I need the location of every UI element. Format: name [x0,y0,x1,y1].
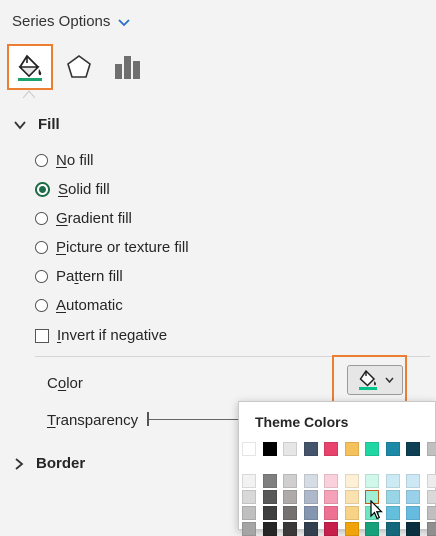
series-options-dropdown[interactable]: Series Options [12,13,131,30]
color-swatch[interactable] [263,490,277,504]
color-swatch[interactable] [406,474,420,488]
color-swatch[interactable] [283,522,297,536]
color-swatch[interactable] [427,522,436,536]
color-swatch[interactable] [324,442,338,456]
color-swatch[interactable] [283,490,297,504]
color-swatch[interactable] [406,442,420,456]
color-swatch[interactable] [406,490,420,504]
color-swatch[interactable] [345,474,359,488]
radio-pattern-fill[interactable]: Pattern fill [35,268,123,285]
option-label: Gradient fill [56,210,132,227]
transparency-label: Transparency [47,412,138,429]
color-swatch[interactable] [406,522,420,536]
chevron-right-icon [14,458,24,470]
active-tab-caret [23,90,35,98]
color-swatch[interactable] [365,442,379,456]
color-swatch[interactable] [324,474,338,488]
color-swatch[interactable] [427,474,436,488]
color-swatch[interactable] [345,442,359,456]
border-section-toggle[interactable]: Border [14,455,85,472]
radio-automatic[interactable]: Automatic [35,297,123,314]
color-swatch[interactable] [365,474,379,488]
option-label: Invert if negative [57,327,167,344]
mouse-cursor-icon [370,500,384,520]
invert-if-negative-checkbox[interactable]: Invert if negative [35,327,167,344]
color-swatch[interactable] [386,474,400,488]
color-swatch[interactable] [283,506,297,520]
bar-chart-icon [114,54,142,80]
palette-title: Theme Colors [255,414,348,430]
radio-button[interactable] [35,212,48,225]
option-label: No fill [56,152,94,169]
color-swatch[interactable] [365,522,379,536]
radio-button[interactable] [35,299,48,312]
tab-series-options[interactable] [105,44,151,90]
series-options-title: Series Options [12,13,110,30]
color-swatch[interactable] [386,506,400,520]
color-label: Color [47,375,83,392]
fill-section-title: Fill [38,116,60,133]
option-label: Solid fill [58,181,110,198]
transparency-label-rest: ransparency [56,412,139,429]
color-swatch[interactable] [324,506,338,520]
color-swatch[interactable] [304,522,318,536]
chevron-down-icon [14,120,26,130]
color-swatch[interactable] [386,522,400,536]
color-swatch[interactable] [263,442,277,456]
color-swatch[interactable] [345,490,359,504]
color-swatch[interactable] [304,442,318,456]
color-swatch[interactable] [304,490,318,504]
option-label: Pattern fill [56,268,123,285]
option-label: Automatic [56,297,123,314]
color-swatch[interactable] [427,506,436,520]
radio-no-fill[interactable]: No fill [35,152,94,169]
chevron-down-icon [385,377,394,383]
color-swatch[interactable] [242,506,256,520]
pentagon-icon [66,54,92,80]
radio-picture-texture-fill[interactable]: Picture or texture fill [35,239,189,256]
radio-button[interactable] [35,241,48,254]
border-section-title: Border [36,455,85,472]
tab-fill-line[interactable] [7,44,53,90]
radio-button[interactable] [35,154,48,167]
paint-bucket-icon [357,369,379,391]
radio-button-selected[interactable] [35,182,50,197]
radio-button[interactable] [35,270,48,283]
chevron-down-icon [117,15,131,29]
color-swatch[interactable] [304,474,318,488]
tab-effects[interactable] [56,44,102,90]
color-swatch[interactable] [283,442,297,456]
checkbox[interactable] [35,329,49,343]
color-swatch[interactable] [427,490,436,504]
color-swatch[interactable] [263,522,277,536]
color-palette-popup: Theme Colors [238,401,436,530]
paint-bucket-icon [15,52,45,82]
color-swatch[interactable] [386,442,400,456]
slider-track [149,419,246,420]
transparency-slider[interactable] [146,412,246,428]
color-swatch[interactable] [283,474,297,488]
color-swatch[interactable] [406,506,420,520]
option-label: Picture or texture fill [56,239,189,256]
radio-gradient-fill[interactable]: Gradient fill [35,210,132,227]
color-swatch[interactable] [242,490,256,504]
color-swatch[interactable] [242,474,256,488]
color-swatch[interactable] [263,506,277,520]
radio-solid-fill[interactable]: Solid fill [35,181,110,198]
color-picker-button[interactable] [347,365,403,395]
color-swatch[interactable] [427,442,436,456]
color-swatch[interactable] [242,522,256,536]
color-swatch[interactable] [324,490,338,504]
color-swatch[interactable] [242,442,256,456]
color-swatch[interactable] [345,522,359,536]
fill-section-toggle[interactable]: Fill [14,116,60,133]
color-swatch[interactable] [324,522,338,536]
color-swatch[interactable] [345,506,359,520]
color-swatch[interactable] [304,506,318,520]
current-color-bar [359,387,377,390]
color-swatch[interactable] [263,474,277,488]
color-swatch[interactable] [386,490,400,504]
